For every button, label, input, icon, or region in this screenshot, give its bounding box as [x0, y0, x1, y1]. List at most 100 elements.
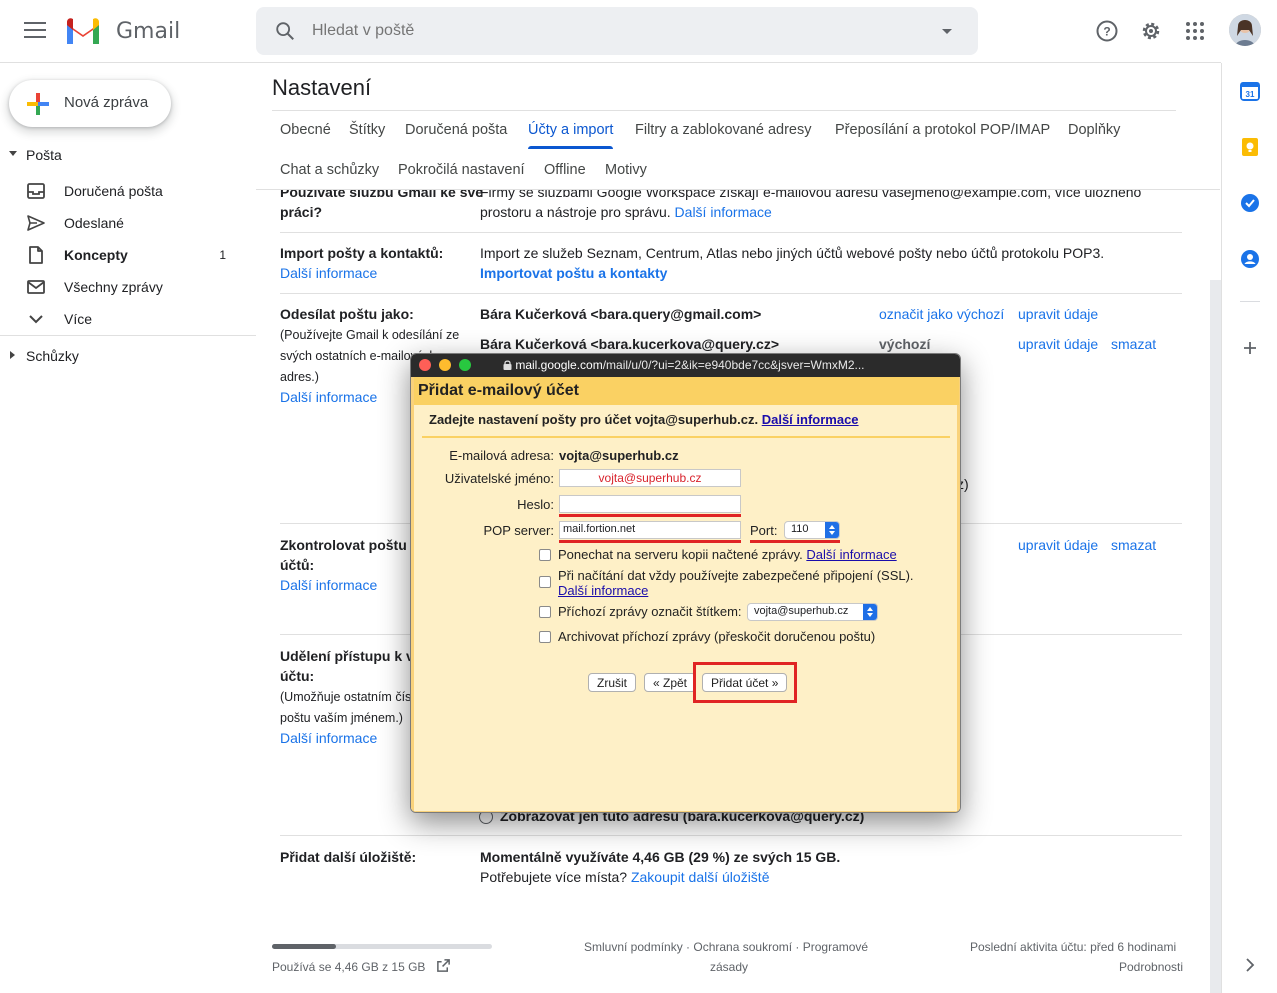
- learn-more-link[interactable]: Další informace: [675, 204, 772, 220]
- contacts-icon[interactable]: [1240, 249, 1260, 269]
- gmail-logo-icon[interactable]: [64, 16, 102, 46]
- row-text: prostoru a nástroje pro správu.: [480, 204, 671, 220]
- edit-info-link[interactable]: upravit údaje: [1018, 334, 1098, 354]
- popup-learn-more-link[interactable]: Další informace: [762, 412, 859, 427]
- sidebar-item-drafts[interactable]: Koncepty 1: [0, 239, 250, 271]
- compose-plus-icon: [27, 93, 49, 115]
- keep-notes-icon[interactable]: [1240, 137, 1260, 157]
- pop-server-label: POP server:: [483, 523, 554, 538]
- terms-links[interactable]: Smluvní podmínky · Ochrana soukromí · Pr…: [584, 940, 868, 954]
- search-icon[interactable]: [274, 20, 296, 42]
- grant-access-learn-more-link[interactable]: Další informace: [280, 728, 377, 748]
- popup-info-text: Zadejte nastavení pošty pro účet vojta@s…: [429, 412, 759, 427]
- archive-checkbox[interactable]: [539, 631, 551, 643]
- expand-arrow-icon[interactable]: [10, 351, 15, 359]
- storage-usage-footer: Používá se 4,46 GB z 15 GB: [272, 960, 426, 974]
- tasks-icon[interactable]: [1240, 193, 1260, 213]
- tab-filters[interactable]: Filtry a zablokované adresy: [635, 122, 812, 138]
- back-button[interactable]: « Zpět: [644, 673, 697, 692]
- port-select[interactable]: 110: [784, 521, 840, 539]
- search-options-icon[interactable]: [942, 29, 952, 34]
- help-icon[interactable]: ?: [1095, 19, 1119, 43]
- send-as-learn-more-link[interactable]: Další informace: [280, 387, 377, 407]
- buy-storage-link[interactable]: Zakoupit další úložiště: [631, 869, 770, 885]
- chevron-right-icon[interactable]: [1240, 955, 1260, 975]
- maximize-window-icon[interactable]: [459, 359, 471, 371]
- tab-inbox[interactable]: Doručená pošta: [405, 122, 507, 138]
- minimize-window-icon[interactable]: [439, 359, 451, 371]
- check-mail-label: účtů:: [280, 557, 315, 573]
- ssl-checkbox[interactable]: [539, 576, 551, 588]
- draft-file-icon: [29, 246, 43, 264]
- ssl-label: Při načítání dat vždy používejte zabezpe…: [558, 568, 914, 583]
- main-menu-icon[interactable]: [24, 22, 46, 40]
- apps-grid-icon[interactable]: [1183, 19, 1207, 43]
- grant-access-label: účtu:: [280, 668, 315, 684]
- pop-server-input[interactable]: mail.fortion.net: [559, 521, 741, 539]
- tab-chat-meet[interactable]: Chat a schůzky: [280, 162, 379, 178]
- tab-advanced[interactable]: Pokročilá nastavení: [398, 162, 525, 178]
- tab-general[interactable]: Obecné: [280, 122, 331, 138]
- sidebar-section-mail[interactable]: Pošta: [0, 146, 250, 166]
- settings-row-workspace: Používáte službu Gmail ke své práci? Fir…: [256, 190, 1210, 234]
- sidebar-section-meet[interactable]: Schůzky: [0, 347, 250, 367]
- activity-details-link[interactable]: Podrobnosti: [1119, 960, 1183, 974]
- side-panel-divider: [1240, 301, 1260, 302]
- compose-button[interactable]: Nová zpráva: [9, 80, 171, 127]
- sidebar-item-sent[interactable]: Odeslané: [0, 207, 250, 239]
- search-input[interactable]: [312, 19, 912, 43]
- email-value: vojta@superhub.cz: [559, 448, 679, 463]
- calendar-icon[interactable]: 31: [1240, 81, 1260, 101]
- leave-copy-learn-more-link[interactable]: Další informace: [806, 547, 896, 562]
- leave-copy-checkbox[interactable]: [539, 549, 551, 561]
- username-input[interactable]: vojta@superhub.cz: [559, 469, 741, 487]
- account-avatar[interactable]: [1229, 14, 1261, 46]
- add-account-button[interactable]: Přidat účet »: [702, 673, 788, 692]
- tab-forwarding-pop-imap[interactable]: Přeposílání a protokol POP/IMAP: [835, 122, 1050, 138]
- search-bar[interactable]: [256, 7, 978, 55]
- tab-themes[interactable]: Motivy: [605, 162, 647, 178]
- tab-labels[interactable]: Štítky: [349, 122, 385, 138]
- import-learn-more-link[interactable]: Další informace: [280, 263, 377, 283]
- edit-info-link[interactable]: upravit údaje: [1018, 535, 1098, 555]
- cancel-button[interactable]: Zrušit: [588, 673, 636, 692]
- delete-link[interactable]: smazat: [1111, 535, 1156, 555]
- incoming-label-select[interactable]: vojta@superhub.cz: [747, 603, 878, 621]
- svg-text:?: ?: [1103, 25, 1110, 39]
- add-addon-plus-icon[interactable]: [1240, 338, 1260, 358]
- popup-separator: [422, 436, 950, 438]
- tab-offline[interactable]: Offline: [544, 162, 586, 178]
- edit-info-link[interactable]: upravit údaje: [1018, 304, 1098, 324]
- password-input[interactable]: [559, 495, 741, 513]
- sidebar-item-all-mail[interactable]: Všechny zprávy: [0, 271, 250, 303]
- ssl-learn-more-link[interactable]: Další informace: [558, 583, 648, 598]
- open-external-icon[interactable]: [436, 958, 451, 973]
- check-mail-learn-more-link[interactable]: Další informace: [280, 575, 377, 595]
- tab-addons[interactable]: Doplňky: [1068, 122, 1120, 138]
- settings-tabs: [272, 110, 1176, 111]
- settings-gear-icon[interactable]: [1139, 19, 1163, 43]
- pop-server-highlight-underline: [559, 540, 741, 543]
- popup-body: Přidat e-mailový účet Zadejte nastavení …: [411, 377, 960, 812]
- leave-copy-text: Ponechat na serveru kopii načtené zprávy…: [558, 547, 803, 562]
- grant-access-sub: poštu vaším jménem.): [280, 711, 403, 725]
- program-policies-link[interactable]: zásady: [710, 960, 748, 974]
- tab-accounts-import[interactable]: Účty a import: [528, 122, 614, 149]
- label-incoming-checkbox[interactable]: [539, 606, 551, 618]
- add-email-account-popup: mail.google.com/mail/u/0/?ui=2&ik=e940bd…: [410, 353, 961, 813]
- popup-title-bar[interactable]: mail.google.com/mail/u/0/?ui=2&ik=e940bd…: [411, 354, 960, 377]
- app-name: Gmail: [116, 19, 181, 44]
- import-mail-contacts-link[interactable]: Importovat poštu a kontakty: [480, 263, 667, 283]
- make-default-link[interactable]: označit jako výchozí: [879, 304, 1004, 324]
- sidebar-item-more[interactable]: Více: [0, 303, 250, 335]
- close-window-icon[interactable]: [419, 359, 431, 371]
- default-badge: výchozí: [879, 336, 931, 352]
- password-highlight-underline: [559, 514, 741, 517]
- sidebar-item-inbox[interactable]: Doručená pošta: [0, 175, 250, 207]
- sidebar-item-label: Všechny zprávy: [64, 279, 163, 295]
- collapse-arrow-icon[interactable]: [9, 151, 17, 156]
- delete-link[interactable]: smazat: [1111, 334, 1156, 354]
- svg-text:31: 31: [1246, 90, 1255, 99]
- username-label: Uživatelské jméno:: [444, 471, 554, 486]
- main-scrollbar[interactable]: [1210, 280, 1221, 993]
